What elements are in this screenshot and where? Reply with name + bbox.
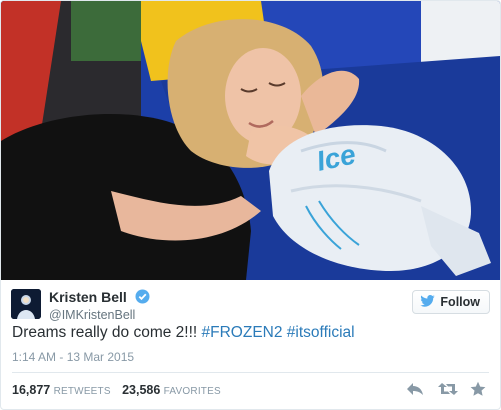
avatar[interactable] (11, 289, 41, 319)
retweets-label: RETWEETS (53, 386, 111, 397)
divider (12, 372, 489, 373)
favorites-label: FAVORITES (163, 386, 221, 397)
tweet-text-body: Dreams really do come 2!!! (12, 324, 202, 341)
tweet-timestamp[interactable]: 1:14 AM - 13 Mar 2015 (12, 350, 134, 364)
photo-illustration: Ice (1, 1, 500, 280)
tweet-stats: 16,877 RETWEETS 23,586 FAVORITES (12, 383, 229, 397)
tweet-actions (406, 381, 488, 397)
author-handle[interactable]: @IMKristenBell (49, 307, 150, 323)
avatar-image (11, 289, 41, 319)
author-names[interactable]: Kristen Bell @IMKristenBell (49, 288, 150, 323)
tweet-photo[interactable]: Ice (1, 1, 500, 280)
hashtag-itsofficial[interactable]: #itsofficial (287, 324, 355, 341)
favorites-count[interactable]: 23,586 (122, 383, 160, 397)
retweets-count[interactable]: 16,877 (12, 383, 50, 397)
tweet-card: Ice Kristen Bell @IMKristenBell Follow D… (0, 0, 501, 410)
retweet-icon[interactable] (438, 381, 458, 397)
twitter-bird-icon (420, 294, 436, 310)
hashtag-frozen2[interactable]: #FROZEN2 (202, 324, 283, 341)
tweet-header: Kristen Bell @IMKristenBell Follow (9, 288, 492, 324)
follow-button[interactable]: Follow (412, 290, 490, 314)
verified-badge-icon (135, 289, 150, 304)
author-name[interactable]: Kristen Bell (49, 289, 127, 305)
star-icon[interactable] (470, 381, 488, 397)
reply-icon[interactable] (406, 381, 424, 397)
tweet-text: Dreams really do come 2!!! #FROZEN2 #its… (12, 323, 355, 343)
follow-label: Follow (440, 295, 480, 309)
